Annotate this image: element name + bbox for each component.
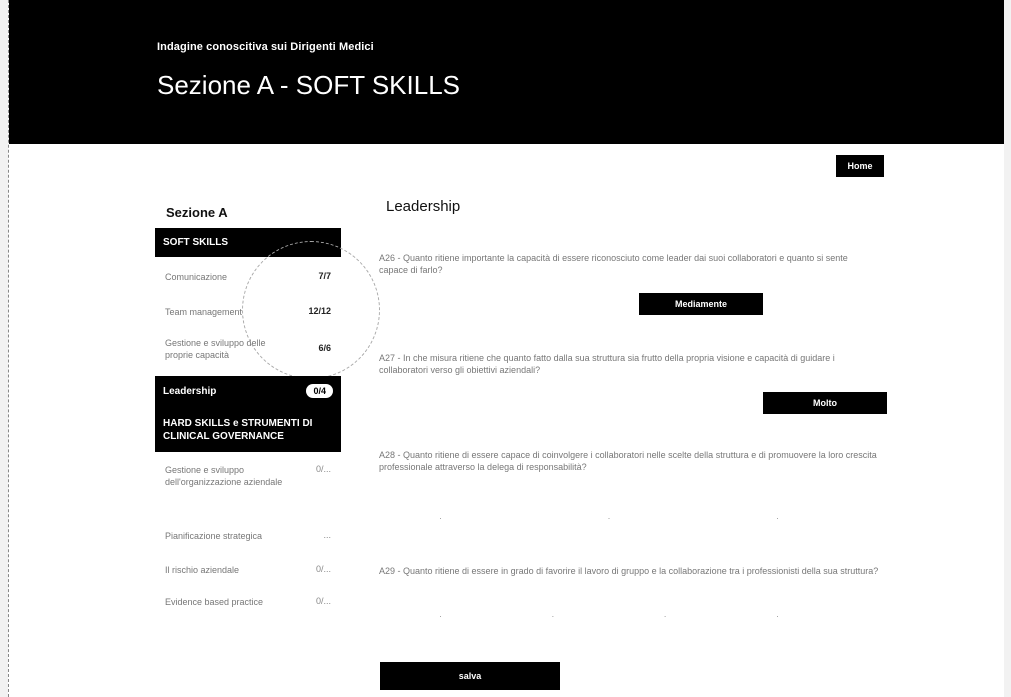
header-bar: Indagine conoscitiva sui Dirigenti Medic… xyxy=(9,0,1004,144)
sidebar-item-count: ... xyxy=(323,530,331,540)
scale-tick: · xyxy=(439,513,442,523)
question-a26: A26 - Quanto ritiene importante la capac… xyxy=(379,253,848,275)
sidebar-item-label: Gestione e sviluppo dell'organizzazione … xyxy=(165,465,283,487)
home-button[interactable]: Home xyxy=(836,155,884,177)
question-a27: A27 - In che misura ritiene che quanto f… xyxy=(379,353,835,375)
question-a29: A29 - Quanto ritiene di essere in grado … xyxy=(379,566,879,576)
answer-button-a26[interactable]: Mediamente xyxy=(639,293,763,315)
leadership-count-badge: 0/4 xyxy=(306,384,333,398)
scale-tick: · xyxy=(775,611,779,621)
sidebar-heading: Sezione A xyxy=(166,205,228,220)
section-title: Leadership xyxy=(386,198,461,215)
sidebar-item-rischio[interactable]: Il rischio aziendale 0/... xyxy=(155,564,341,576)
highlight-circle xyxy=(242,241,380,379)
sidebar-item-evidence[interactable]: Evidence based practice 0/... xyxy=(155,596,341,608)
sidebar-group-hard-skills[interactable]: HARD SKILLS e STRUMENTI DI CLINICAL GOVE… xyxy=(155,406,341,452)
sidebar-group-label: SOFT SKILLS xyxy=(163,237,228,248)
page-title: Sezione A - SOFT SKILLS xyxy=(157,70,461,100)
question-a28: A28 - Quanto ritiene di essere capace di… xyxy=(379,450,877,472)
sidebar-item-leadership[interactable]: Leadership 0/4 xyxy=(155,376,341,406)
sidebar-item-label: Evidence based practice xyxy=(165,597,264,607)
answer-scale-a29[interactable]: · · · · xyxy=(379,611,839,623)
save-button[interactable]: salva xyxy=(380,662,560,690)
page: Indagine conoscitiva sui Dirigenti Medic… xyxy=(8,0,1004,697)
answer-button-a27[interactable]: Molto xyxy=(763,392,887,414)
sidebar-item-label: Pianificazione strategica xyxy=(165,531,263,541)
sidebar-item-gestione-organizzazione[interactable]: Gestione e sviluppo dell'organizzazione … xyxy=(155,464,341,488)
sidebar-item-count: 0/... xyxy=(315,564,331,574)
sidebar-group-label: Leadership xyxy=(163,385,217,397)
sidebar-item-label: Il rischio aziendale xyxy=(165,565,240,575)
sidebar-item-pianificazione[interactable]: Pianificazione strategica ... xyxy=(155,530,341,542)
survey-title: Indagine conoscitiva sui Dirigenti Medic… xyxy=(157,41,374,53)
scale-tick: · xyxy=(607,513,611,523)
scale-tick: · xyxy=(551,611,555,621)
sidebar-group-label: HARD SKILLS e STRUMENTI DI CLINICAL GOVE… xyxy=(163,418,313,442)
answer-scale-a28[interactable]: · · · xyxy=(379,513,839,525)
scale-tick: · xyxy=(776,513,779,523)
sidebar-item-count: 0/... xyxy=(315,596,331,606)
scale-tick: · xyxy=(663,611,667,621)
sidebar-item-count: 0/... xyxy=(315,464,331,474)
scale-tick: · xyxy=(439,611,442,621)
